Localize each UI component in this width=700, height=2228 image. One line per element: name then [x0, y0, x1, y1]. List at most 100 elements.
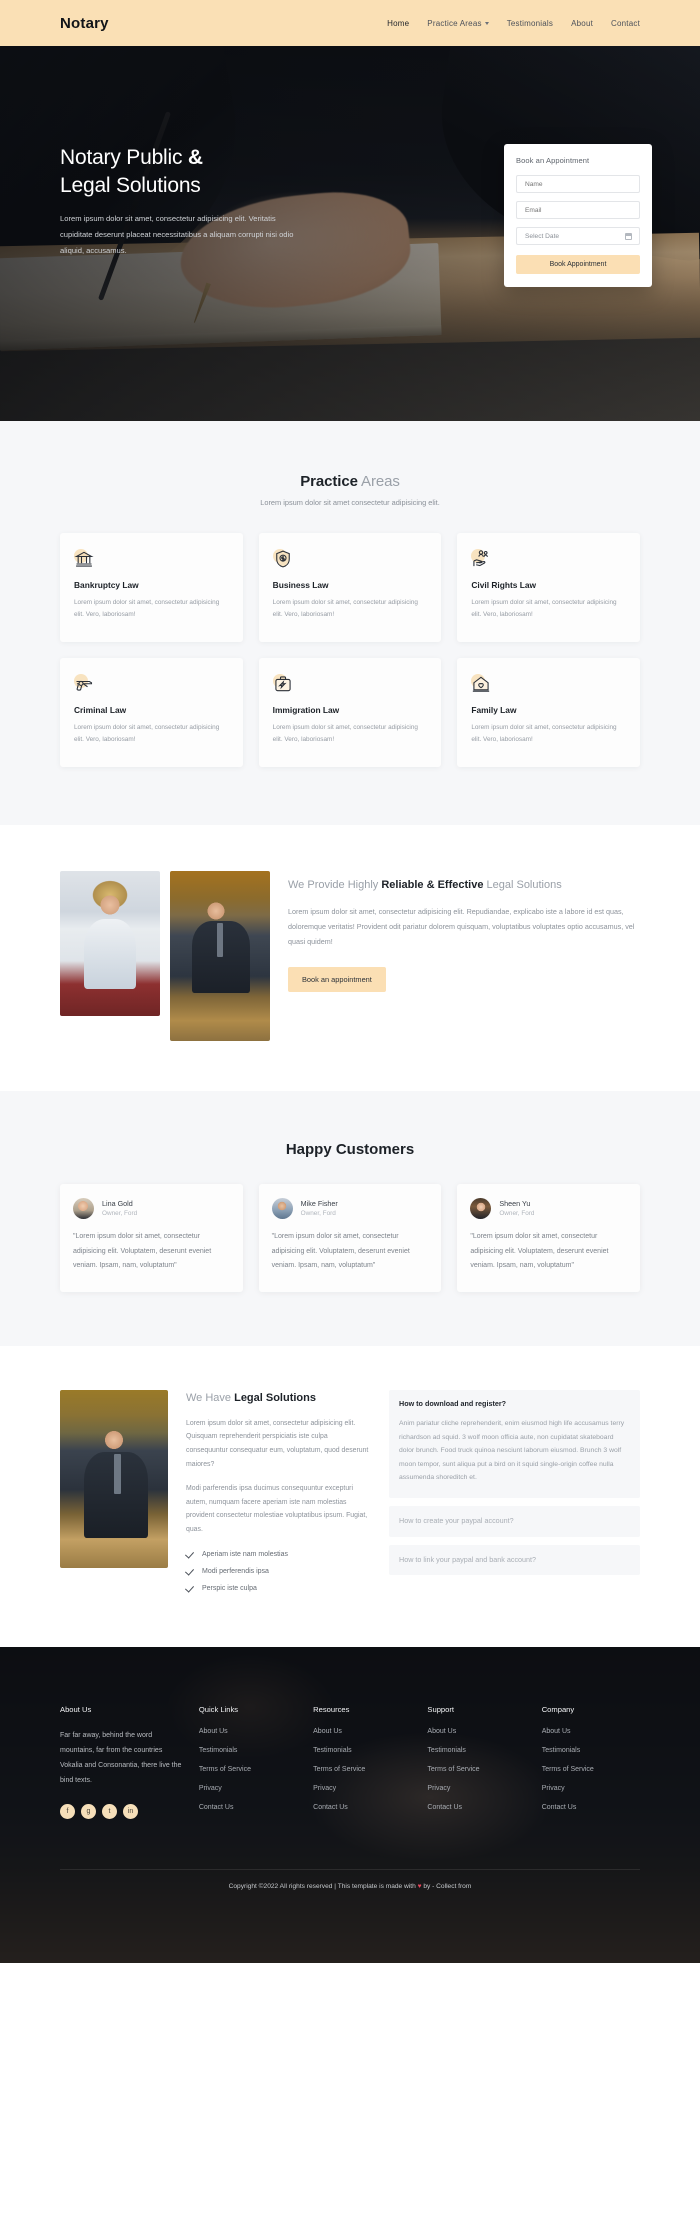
footer-link[interactable]: Testimonials — [313, 1747, 411, 1754]
reliable-title-bold1: Reliable — [381, 878, 424, 891]
footer-link[interactable]: Terms of Service — [199, 1766, 297, 1773]
practice-areas-title-bold: Practice — [300, 473, 358, 490]
linkedin-icon[interactable]: in — [123, 1804, 138, 1820]
check-icon — [186, 1584, 194, 1592]
footer-heading: Support — [427, 1705, 455, 1714]
footer-heading: Company — [541, 1705, 575, 1714]
footer-link[interactable]: About Us — [542, 1728, 640, 1735]
legal-title-light: We Have — [186, 1392, 235, 1404]
legal-paragraph-2: Modi parferendis ipsa ducimus consequunt… — [186, 1484, 368, 1534]
footer: About Us Far far away, behind the word m… — [0, 1647, 700, 1963]
footer-link[interactable]: Privacy — [199, 1785, 297, 1792]
google-icon[interactable]: g — [81, 1804, 96, 1820]
book-appointment-secondary-button[interactable]: Book an appointment — [288, 967, 386, 993]
faq-question[interactable]: How to link your paypal and bank account… — [389, 1545, 640, 1576]
practice-card-title: Criminal Law — [74, 704, 127, 715]
footer-col-quick-links: Quick Links About Us Testimonials Terms … — [199, 1705, 297, 1823]
nav-item-contact[interactable]: Contact — [611, 19, 640, 28]
hand-people-icon — [471, 549, 491, 569]
footer-link[interactable]: Terms of Service — [427, 1766, 525, 1773]
copyright-text-after: by - Collect from — [421, 1883, 472, 1890]
practice-card-title: Civil Rights Law — [471, 580, 537, 590]
nav-item-home[interactable]: Home — [387, 19, 409, 28]
nav-item-about[interactable]: About — [571, 19, 593, 28]
practice-card-bankruptcy[interactable]: Bankruptcy Law Lorem ipsum dolor sit ame… — [60, 533, 243, 642]
nav-item-practice-areas[interactable]: Practice Areas — [427, 19, 489, 28]
practice-areas-title: Practice Areas — [60, 473, 640, 490]
faq-question[interactable]: How to create your paypal account? — [389, 1506, 640, 1537]
facebook-icon[interactable]: f — [60, 1804, 75, 1820]
testimonials-title: Happy Customers — [285, 1140, 415, 1158]
nav-item-testimonials-label: Testimonials — [506, 18, 554, 28]
nav-item-testimonials[interactable]: Testimonials — [507, 19, 553, 28]
copyright-text-before: Copyright ©2022 All rights reserved | Th… — [228, 1883, 418, 1890]
man-lawyer-desk-photo — [170, 870, 270, 1041]
footer-link[interactable]: Privacy — [542, 1785, 640, 1792]
house-heart-icon — [471, 673, 491, 694]
footer-link[interactable]: Testimonials — [542, 1747, 640, 1754]
footer-col-company: Company About Us Testimonials Terms of S… — [542, 1705, 640, 1823]
footer-link[interactable]: About Us — [313, 1728, 411, 1735]
list-item: Perspic iste culpa — [186, 1584, 371, 1592]
footer-link[interactable]: Contact Us — [427, 1804, 525, 1811]
practice-card-text: Lorem ipsum dolor sit amet, consectetur … — [272, 599, 418, 619]
testimonial-user: Mike Fisher Owner, Ford — [271, 1197, 429, 1219]
faq-item-collapsed: How to link your paypal and bank account… — [389, 1544, 640, 1576]
brand-logo[interactable]: Notary — [60, 15, 109, 32]
footer-link[interactable]: Testimonials — [199, 1747, 297, 1754]
testimonial-user: Lina Gold Owner, Ford — [73, 1197, 230, 1219]
date-input-placeholder: Select Date — [525, 232, 560, 240]
footer-link[interactable]: Contact Us — [313, 1804, 411, 1811]
hero-paragraph: Lorem ipsum dolor sit amet, consectetur … — [60, 214, 294, 255]
faq-item-open: How to download and register? Anim paria… — [389, 1390, 640, 1498]
footer-link[interactable]: Contact Us — [542, 1804, 640, 1811]
name-input[interactable] — [516, 175, 640, 193]
reliable-photos — [60, 870, 270, 1041]
legal-body: We Have Legal Solutions Lorem ipsum dolo… — [186, 1390, 371, 1601]
revolver-icon — [74, 673, 94, 694]
practice-card-criminal[interactable]: Criminal Law Lorem ipsum dolor sit amet,… — [60, 657, 243, 767]
footer-link[interactable]: Terms of Service — [542, 1766, 640, 1773]
booking-form-title: Book an Appointment — [516, 156, 590, 165]
practice-card-business[interactable]: Business Law Lorem ipsum dolor sit amet,… — [258, 533, 442, 642]
testimonial-role: Owner, Ford — [300, 1210, 336, 1218]
check-icon — [186, 1550, 194, 1558]
reliable-title-bold2: & Effective — [426, 878, 484, 891]
faq-answer: Anim pariatur cliche reprehenderit, enim… — [399, 1420, 625, 1482]
list-item: Aperiam iste nam molestias — [186, 1550, 371, 1558]
footer-link[interactable]: About Us — [427, 1728, 525, 1735]
practice-areas-header: Practice Areas Lorem ipsum dolor sit ame… — [60, 473, 640, 507]
avatar — [470, 1197, 492, 1219]
footer-heading: Resources — [313, 1705, 350, 1714]
testimonial-name: Lina Gold — [102, 1199, 133, 1209]
check-icon — [186, 1567, 194, 1575]
footer-link[interactable]: Terms of Service — [313, 1766, 411, 1773]
footer-link[interactable]: About Us — [199, 1728, 297, 1735]
navbar: Notary Home Practice Areas Testimonials … — [0, 0, 700, 46]
footer-link[interactable]: Testimonials — [427, 1747, 525, 1754]
bank-icon — [74, 549, 94, 569]
twitter-icon[interactable]: t — [102, 1804, 117, 1820]
list-item-label: Perspic iste culpa — [202, 1584, 257, 1592]
practice-card-family[interactable]: Family Law Lorem ipsum dolor sit amet, c… — [457, 657, 640, 767]
shield-dollar-icon — [272, 549, 293, 569]
footer-social-links: f g t in — [60, 1804, 183, 1820]
testimonial-user: Sheen Yu Owner, Ford — [470, 1197, 627, 1219]
footer-link[interactable]: Privacy — [313, 1785, 411, 1792]
practice-card-text: Lorem ipsum dolor sit amet, consectetur … — [74, 599, 220, 619]
footer-col-support: Support About Us Testimonials Terms of S… — [427, 1705, 525, 1823]
book-appointment-button[interactable]: Book Appointment — [516, 255, 640, 274]
footer-link[interactable]: Contact Us — [199, 1804, 297, 1811]
footer-link[interactable]: Privacy — [427, 1785, 525, 1792]
email-input[interactable] — [516, 201, 640, 219]
chevron-down-icon — [484, 22, 489, 25]
practice-card-text: Lorem ipsum dolor sit amet, consectetur … — [471, 723, 617, 744]
practice-areas-section: Practice Areas Lorem ipsum dolor sit ame… — [0, 421, 700, 825]
date-input[interactable]: Select Date — [516, 227, 640, 245]
legal-title-bold: Legal Solutions — [234, 1392, 316, 1404]
practice-card-immigration[interactable]: Immigration Law Lorem ipsum dolor sit am… — [258, 657, 442, 767]
practice-card-civil-rights[interactable]: Civil Rights Law Lorem ipsum dolor sit a… — [457, 533, 640, 642]
testimonial-card: Lina Gold Owner, Ford "Lorem ipsum dolor… — [60, 1183, 243, 1292]
hero-title-line2: Legal Solutions — [60, 173, 201, 197]
faq-question[interactable]: How to download and register? — [389, 1390, 640, 1417]
